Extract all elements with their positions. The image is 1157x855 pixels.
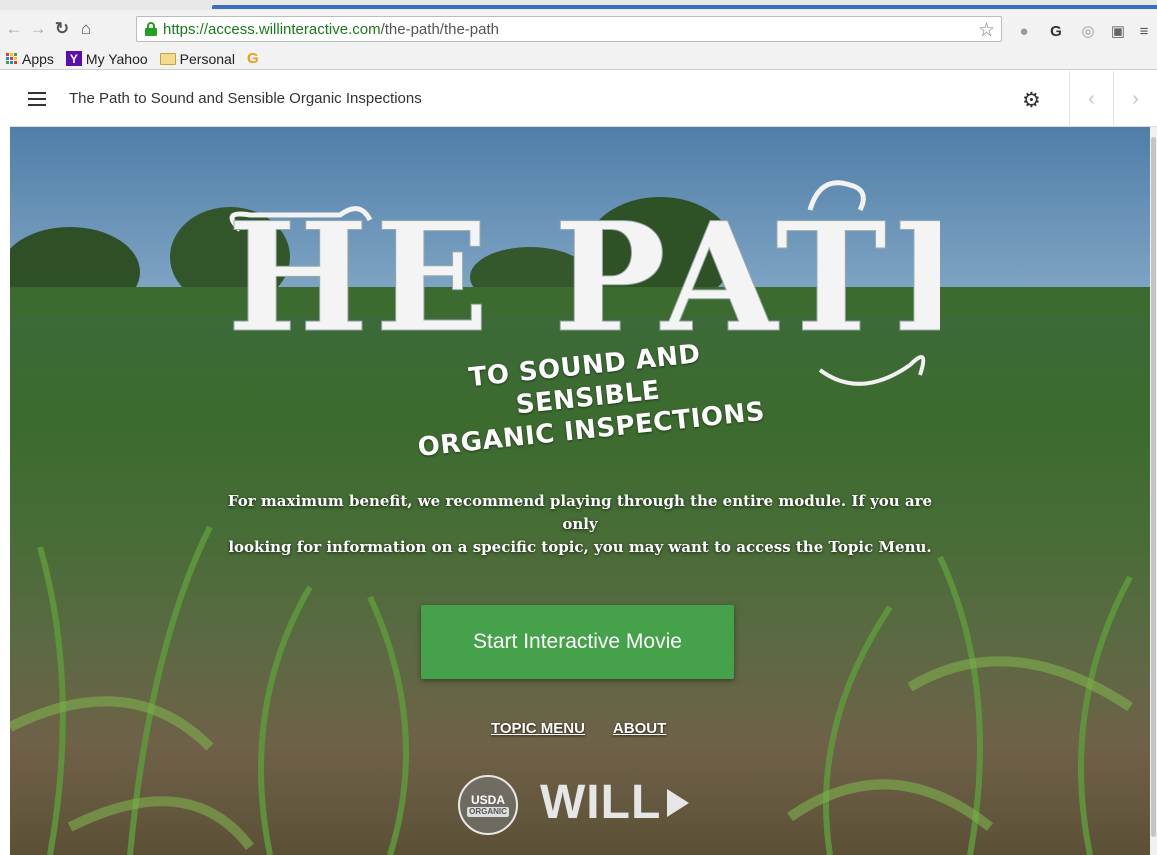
bookmark-label: Personal xyxy=(179,50,235,67)
usda-logo-subtext: ORGANIC xyxy=(467,807,509,817)
footer-links: TOPIC MENU ABOUT xyxy=(491,720,666,737)
extension-square-icon[interactable]: ▣ xyxy=(1108,21,1128,41)
hamburger-menu-icon[interactable] xyxy=(28,91,46,106)
url-path: /the-path/the-path xyxy=(380,20,499,38)
forward-arrow-icon[interactable]: → xyxy=(28,18,48,40)
intro-line: looking for information on a specific to… xyxy=(228,538,932,556)
chrome-menu-icon[interactable]: ≡ xyxy=(1134,21,1154,41)
yahoo-icon: Y xyxy=(65,51,82,66)
url-host: https://access.willinteractive.com xyxy=(163,20,381,38)
browser-tab-strip xyxy=(0,0,1157,10)
bookmarks-bar: Apps Y My Yahoo Personal G xyxy=(0,48,1157,70)
chevron-left-icon: ‹ xyxy=(1088,87,1095,110)
title-the-path: THE PATH xyxy=(220,190,940,366)
will-logo: WILL xyxy=(540,775,690,830)
address-bar[interactable]: https://access.willinteractive.com/the-p… xyxy=(136,16,1002,42)
start-interactive-movie-button[interactable]: Start Interactive Movie xyxy=(421,605,734,679)
app-header: The Path to Sound and Sensible Organic I… xyxy=(10,71,1157,127)
folder-icon xyxy=(159,52,176,65)
extension-circle-icon[interactable]: ◎ xyxy=(1078,21,1098,41)
usda-logo-text: USDA xyxy=(470,793,505,807)
intro-line: For maximum benefit, we recommend playin… xyxy=(227,492,933,533)
home-icon[interactable]: ⌂ xyxy=(76,18,96,40)
gear-icon[interactable]: ⚙ xyxy=(1022,88,1041,113)
play-triangle-icon xyxy=(667,788,690,817)
chevron-right-icon: › xyxy=(1132,87,1139,110)
bookmark-apps[interactable]: Apps xyxy=(6,51,54,67)
intro-text: For maximum benefit, we recommend playin… xyxy=(210,490,950,559)
bookmark-label: Apps xyxy=(22,50,54,67)
about-link[interactable]: ABOUT xyxy=(613,720,666,737)
active-tab-edge xyxy=(212,5,1157,9)
extension-icon[interactable]: ● xyxy=(1014,21,1034,41)
bookmark-star-icon[interactable]: ☆ xyxy=(978,19,995,42)
extension-flame-icon[interactable]: Ԍ xyxy=(1046,21,1066,41)
url-text: https://access.willinteractive.com/the-p… xyxy=(163,21,499,38)
back-arrow-icon[interactable]: ← xyxy=(4,18,24,40)
bookmark-google[interactable]: G xyxy=(247,50,259,67)
secure-lock-icon xyxy=(145,22,157,36)
page-title: The Path to Sound and Sensible Organic I… xyxy=(69,90,422,107)
usda-organic-logo: USDA ORGANIC xyxy=(458,775,518,835)
google-icon: G xyxy=(246,50,259,67)
next-button[interactable]: › xyxy=(1113,71,1157,127)
reload-icon[interactable]: ↻ xyxy=(52,18,72,40)
topic-menu-link[interactable]: TOPIC MENU xyxy=(491,720,585,737)
scrollbar-thumb[interactable] xyxy=(1151,137,1156,837)
bookmark-my-yahoo[interactable]: Y My Yahoo xyxy=(65,50,148,67)
bookmark-label: My Yahoo xyxy=(85,50,148,67)
will-logo-text: WILL xyxy=(540,776,662,829)
apps-grid-icon xyxy=(6,53,17,64)
bookmark-personal[interactable]: Personal xyxy=(159,50,235,67)
page-scrollbar[interactable] xyxy=(1150,127,1157,855)
browser-toolbar: ← → ↻ ⌂ https://access.willinteractive.c… xyxy=(0,10,1157,48)
previous-button[interactable]: ‹ xyxy=(1069,71,1113,127)
